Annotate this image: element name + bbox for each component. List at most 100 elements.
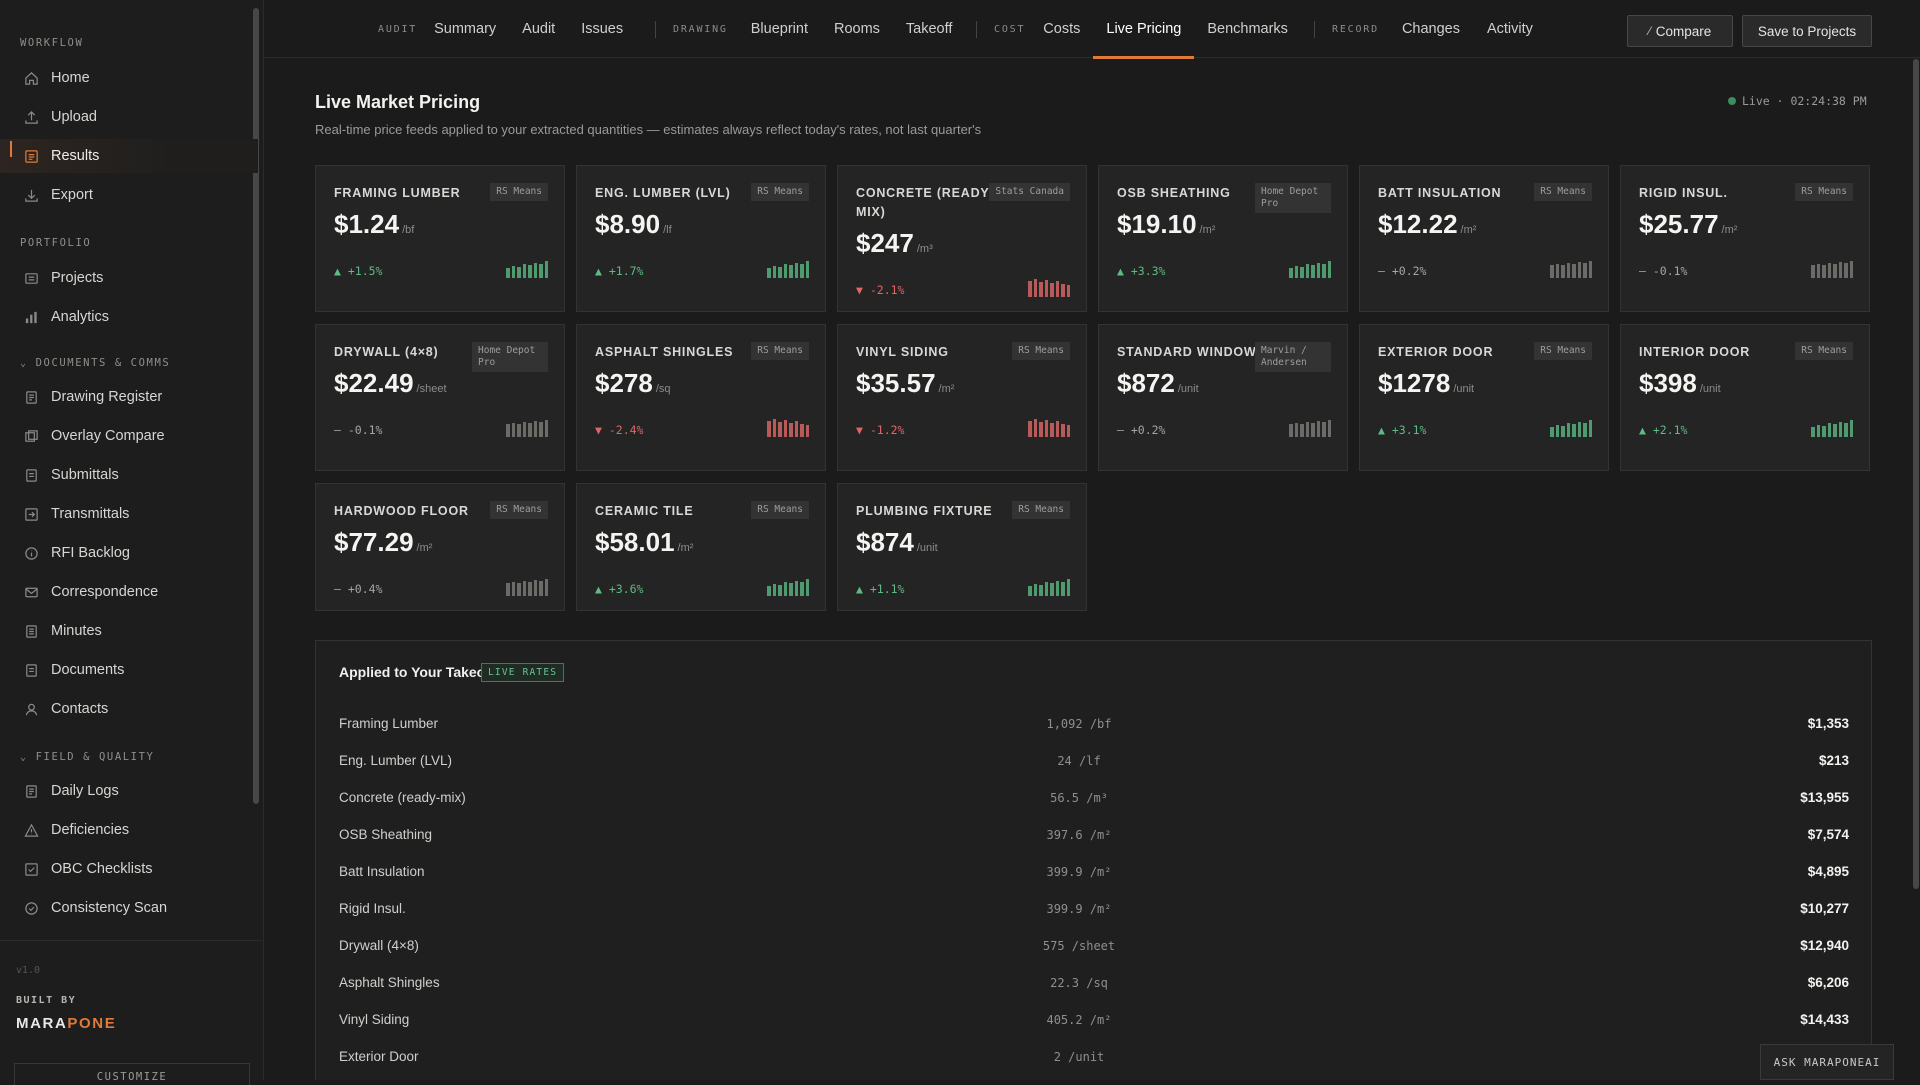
tab-costs[interactable]: Costs [1043,0,1080,58]
price-card[interactable]: HARDWOOD FLOOR RS Means $77.29/m² — +0.4% [315,483,565,611]
checklist-icon [23,861,39,877]
price-card[interactable]: DRYWALL (4×8) Home Depot Pro $22.49/sheet —… [315,324,565,471]
sparkline-bar [1039,422,1043,437]
sidebar-item-documents[interactable]: Documents [0,653,258,687]
sidebar-item-overlay-compare[interactable]: Overlay Compare [0,419,258,453]
section-heading-workflow: WORKFLOW [20,37,84,49]
takeoff-row[interactable]: Framing Lumber 1,092 /bf $1,353 [339,707,1849,744]
price-card[interactable]: INTERIOR DOOR RS Means $398/unit ▲ +2.1% [1620,324,1870,471]
takeoff-quantity: 24 /lf [1057,754,1101,768]
takeoff-item-name: Rigid Insul. [339,901,406,916]
sparkline-bar [805,261,809,278]
sparkline-bar [1050,583,1054,596]
sidebar-item-label: Documents [51,662,125,678]
notes-icon [23,623,39,639]
sparkline-bar [767,268,771,278]
takeoff-row[interactable]: Asphalt Shingles 22.3 /sq $6,206 [339,966,1849,1003]
main-scrollbar[interactable] [1913,59,1919,889]
sparkline-bar [506,424,510,437]
price-unit: /m² [416,542,433,554]
price-card[interactable]: FRAMING LUMBER RS Means $1.24/bf ▲ +1.5% [315,165,565,312]
sidebar-item-rfi-backlog[interactable]: RFI Backlog [0,536,258,570]
sparkline-bar [1566,423,1570,437]
tab-summary[interactable]: Summary [434,0,496,58]
sparkline-bar [1300,267,1304,278]
tab-takeoff[interactable]: Takeoff [906,0,953,58]
takeoff-row[interactable]: Batt Insulation 399.9 /m² $4,895 [339,855,1849,892]
price-card[interactable]: ASPHALT SHINGLES RS Means $278/sq ▼ -2.4% [576,324,826,471]
sparkline-bar [794,581,798,596]
material-name: HARDWOOD FLOOR [334,504,469,518]
takeoff-row[interactable]: Eng. Lumber (LVL) 24 /lf $213 [339,744,1849,781]
check-circle-icon [23,900,39,916]
save-to-projects-button[interactable]: Save to Projects [1742,15,1872,47]
price-card[interactable]: VINYL SIDING RS Means $35.57/m² ▼ -1.2% [837,324,1087,471]
section-heading-field-quality[interactable]: ⌄ FIELD & QUALITY [20,751,154,763]
tab-changes[interactable]: Changes [1402,0,1460,58]
sparkline-bar [1033,419,1037,437]
sidebar-item-deficiencies[interactable]: Deficiencies [0,813,258,847]
sidebar-item-correspondence[interactable]: Correspondence [0,575,258,609]
takeoff-row[interactable]: Exterior Door 2 /unit [339,1040,1849,1077]
takeoff-row[interactable]: Drywall (4×8) 575 /sheet $12,940 [339,929,1849,966]
sidebar-item-label: RFI Backlog [51,545,130,561]
takeoff-row[interactable]: OSB Sheathing 397.6 /m² $7,574 [339,818,1849,855]
built-by-label: BUILT BY [16,995,77,1006]
sidebar-item-consistency-scan[interactable]: Consistency Scan [0,891,258,925]
sidebar-item-submittals[interactable]: Submittals [0,458,258,492]
sparkline-bar [1066,425,1070,437]
takeoff-cost: $4,895 [1807,864,1849,879]
price-value: $278/sq [595,368,671,398]
tab-live-pricing[interactable]: Live Pricing [1093,0,1195,59]
section-heading-documents[interactable]: ⌄ DOCUMENTS & COMMS [20,357,170,369]
sparkline-bar [789,583,793,596]
tab-issues[interactable]: Issues [581,0,623,58]
sidebar-item-contacts[interactable]: Contacts [0,692,258,726]
tab-rooms[interactable]: Rooms [834,0,880,58]
takeoff-quantity: 405.2 /m² [1046,1013,1112,1027]
sidebar-item-export[interactable]: Export [0,178,258,212]
tab-group-audit: AUDIT Summary Audit Issues [378,0,623,58]
price-card[interactable]: CONCRETE (READY-MIX) Stats Canada $247/m³ ▼… [837,165,1087,312]
price-card[interactable]: BATT INSULATION RS Means $12.22/m² — +0.2% [1359,165,1609,312]
sidebar-item-upload[interactable]: Upload [0,100,258,134]
sparkline-bar [1811,265,1815,278]
sidebar-item-minutes[interactable]: Minutes [0,614,258,648]
price-card[interactable]: PLUMBING FIXTURE RS Means $874/unit ▲ +1.1% [837,483,1087,611]
sidebar-item-transmittals[interactable]: Transmittals [0,497,258,531]
price-unit: /sheet [416,383,447,395]
sidebar-item-home[interactable]: Home [0,61,258,95]
sidebar-item-analytics[interactable]: Analytics [0,300,258,334]
tab-benchmarks[interactable]: Benchmarks [1207,0,1288,58]
takeoff-row[interactable]: Concrete (ready-mix) 56.5 /m³ $13,955 [339,781,1849,818]
sidebar-item-drawing-register[interactable]: Drawing Register [0,380,258,414]
sparkline-bar [1050,283,1054,297]
price-card[interactable]: EXTERIOR DOOR RS Means $1278/unit ▲ +3.1% [1359,324,1609,471]
price-source-badge: Home Depot Pro [1255,183,1331,213]
tab-blueprint[interactable]: Blueprint [751,0,808,58]
takeoff-item-name: Exterior Door [339,1049,419,1064]
ask-assistant-button[interactable]: ASK MARAPONEAI [1760,1044,1894,1080]
sidebar-item-projects[interactable]: Projects [0,261,258,295]
tab-activity[interactable]: Activity [1487,0,1533,58]
customize-button[interactable]: CUSTOMIZE [14,1063,250,1085]
compare-button[interactable]: ⁄ Compare [1627,15,1733,47]
sparkline-bar [1294,423,1298,437]
takeoff-row[interactable]: Vinyl Siding 405.2 /m² $14,433 [339,1003,1849,1040]
sidebar-item-daily-logs[interactable]: Daily Logs [0,774,258,808]
tab-audit[interactable]: Audit [522,0,555,58]
price-card[interactable]: RIGID INSUL. RS Means $25.77/m² — -0.1% [1620,165,1870,312]
takeoff-row[interactable]: Rigid Insul. 399.9 /m² $10,277 [339,892,1849,929]
sparkline-bar [1327,261,1331,278]
sidebar-item-results[interactable]: Results [0,139,258,173]
price-card[interactable]: OSB SHEATHING Home Depot Pro $19.10/m² ▲ +3… [1098,165,1348,312]
price-card[interactable]: CERAMIC TILE RS Means $58.01/m² ▲ +3.6% [576,483,826,611]
price-sparkline [1811,415,1853,437]
price-card[interactable]: STANDARD WINDOW Marvin / Andersen $872/uni… [1098,324,1348,471]
sparkline-bar [1044,280,1048,297]
sparkline-bar [1028,586,1032,596]
price-unit: /m² [1721,224,1738,236]
price-unit: /unit [1453,383,1475,395]
price-card[interactable]: ENG. LUMBER (LVL) RS Means $8.90/lf ▲ +1.7% [576,165,826,312]
sidebar-item-obc-checklists[interactable]: OBC Checklists [0,852,258,886]
